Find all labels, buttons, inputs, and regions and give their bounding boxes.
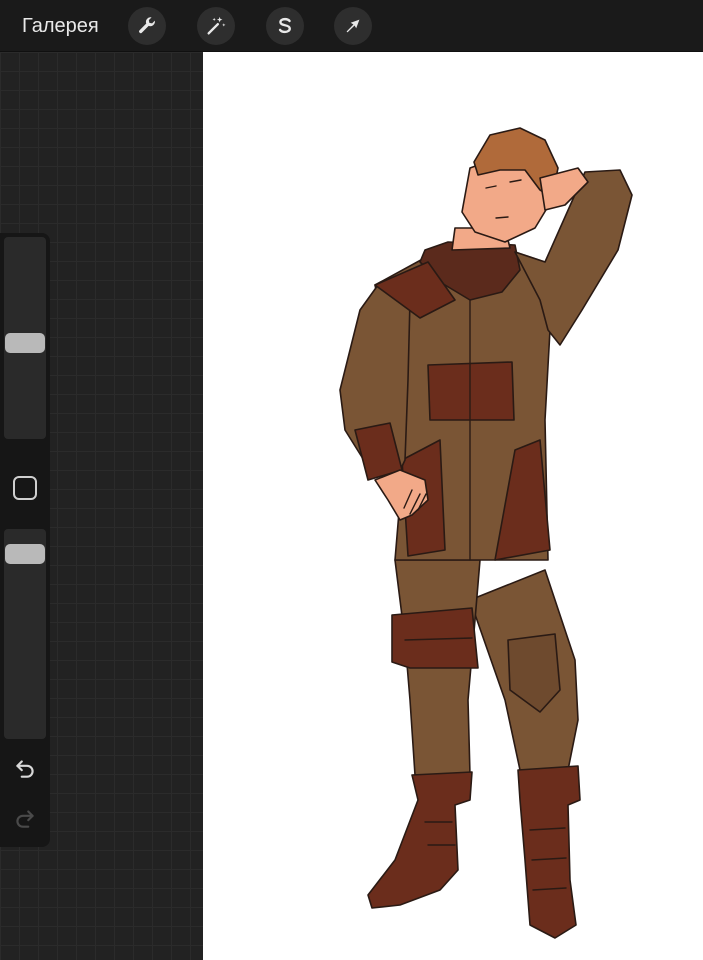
- side-toolbar: [0, 233, 50, 847]
- selection-s-icon: [278, 17, 291, 34]
- top-toolbar: Галерея: [0, 0, 703, 52]
- arrow-cursor-icon: [346, 19, 360, 33]
- magic-wand-icon: [207, 16, 226, 35]
- drawing-canvas[interactable]: [203, 52, 703, 960]
- wrench-icon: [139, 17, 155, 34]
- adjustments-button[interactable]: [197, 7, 235, 45]
- redo-button[interactable]: [10, 803, 40, 833]
- undo-icon: [16, 760, 34, 778]
- actions-button[interactable]: [128, 7, 166, 45]
- undo-button[interactable]: [10, 753, 40, 783]
- brush-size-thumb[interactable]: [5, 333, 45, 354]
- gallery-button[interactable]: Галерея: [22, 14, 99, 38]
- selection-button[interactable]: [266, 7, 304, 45]
- redo-icon: [16, 810, 34, 828]
- transform-button[interactable]: [334, 7, 372, 45]
- character-illustration: [339, 127, 633, 939]
- modify-button[interactable]: [13, 476, 37, 500]
- opacity-thumb[interactable]: [5, 543, 45, 564]
- opacity-slider[interactable]: [4, 529, 46, 739]
- brush-size-slider[interactable]: [4, 237, 46, 439]
